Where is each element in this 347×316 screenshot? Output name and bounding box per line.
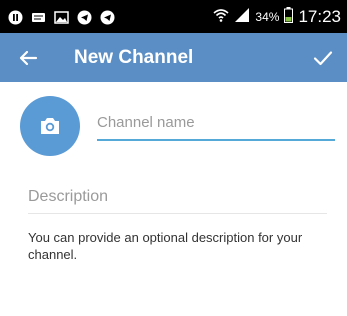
signal-icon [234,7,250,28]
message-icon [31,10,46,25]
channel-photo-button[interactable] [20,96,80,156]
description-input[interactable] [28,186,327,214]
battery-percent: 34% [255,10,280,24]
done-button[interactable] [309,44,337,72]
app-bar: New Channel [0,33,347,82]
wifi-icon [213,7,229,28]
telegram-icon [77,10,92,25]
page-title: New Channel [74,47,194,68]
notification-icons [8,9,115,25]
system-indicators: 34% 17:23 [213,6,341,28]
status-bar: 34% 17:23 [0,0,347,33]
battery-icon [284,6,294,28]
telegram-icon [100,10,115,25]
description-help-text: You can provide an optional description … [28,230,303,262]
channel-name-input[interactable] [97,111,335,141]
pause-icon [8,10,23,25]
arrow-left-icon [14,50,42,76]
back-button[interactable] [14,44,42,72]
checkmark-icon [309,51,337,76]
image-icon [54,10,69,25]
clock: 17:23 [298,7,341,26]
